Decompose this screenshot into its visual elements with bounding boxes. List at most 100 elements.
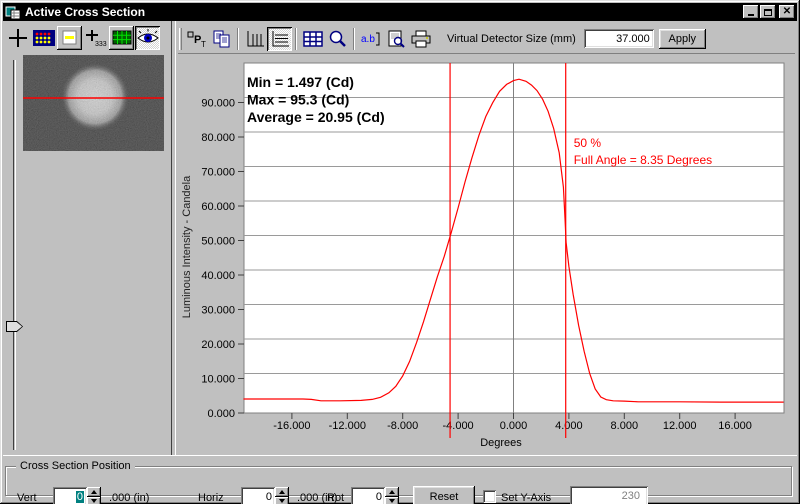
detector-size-input[interactable]	[583, 29, 654, 48]
horiz-spin-down[interactable]	[275, 496, 289, 504]
apply-button[interactable]: Apply	[658, 28, 706, 49]
y-axis-title: Luminous Intensity - Candela	[181, 175, 193, 318]
x-tick-label: -16.000	[273, 420, 310, 432]
x-axis-title: Degrees	[480, 437, 522, 449]
maximize-icon	[764, 8, 772, 16]
vert-spin-down[interactable]	[87, 496, 101, 504]
up-arrow-icon	[389, 489, 395, 494]
chart-panel: P T a.b Virtual Detector Size (mm) 37.00…	[176, 21, 797, 455]
toolbar-separator	[237, 27, 239, 50]
toolbar-grip[interactable]	[179, 27, 182, 50]
rot-spinner: 0	[351, 487, 399, 504]
x-tick-label: -4.000	[442, 420, 473, 432]
y-tick-label: 90.000	[201, 98, 235, 110]
group-title: Cross Section Position	[16, 460, 135, 472]
titlebar[interactable]: Active Cross Section ✕	[3, 3, 797, 21]
horiz-label: Horiz	[198, 492, 224, 504]
vertical-profile-icon	[247, 30, 264, 46]
live-view-button[interactable]	[135, 26, 160, 50]
vert-spin-up[interactable]	[87, 487, 101, 497]
minimize-icon	[748, 14, 754, 16]
cross-section-chart[interactable]: 0.000 10.000 20.000 30.000 40.000 50.000 60.00…	[176, 57, 794, 453]
rot-label: Rot	[327, 492, 345, 504]
y-tick-label: 70.000	[201, 167, 235, 179]
left-panel: 333	[3, 21, 171, 455]
grid-display-icon	[112, 30, 131, 45]
annotate-icon: a.b	[361, 32, 379, 45]
horizontal-profile-button[interactable]	[267, 26, 292, 51]
grid-display-button[interactable]	[109, 26, 134, 50]
up-arrow-icon	[91, 489, 97, 494]
main-area: 333 P T a.b Virtual Detector Size (mm) 3…	[3, 21, 797, 455]
close-button[interactable]: ✕	[779, 5, 795, 19]
vert-spinner: 0	[53, 487, 101, 504]
up-arrow-icon	[279, 489, 285, 494]
app-icon	[5, 6, 21, 19]
horiz-spin-up[interactable]	[275, 487, 289, 497]
x-tick-label: 12.000	[663, 420, 697, 432]
copy-button[interactable]	[209, 27, 234, 51]
y-axis-value-field[interactable]	[570, 486, 648, 504]
rot-spin-down[interactable]	[385, 496, 399, 504]
cross-section-position-bar: Cross Section Position Vert 0 .000 (in) …	[3, 455, 797, 504]
horiz-value: 0	[265, 490, 272, 503]
image-capture-icon	[62, 30, 76, 45]
y-tick-label: 50.000	[201, 236, 235, 248]
vert-label: Vert	[17, 492, 37, 504]
x-tick-label: 16.000	[718, 420, 752, 432]
vertical-slider-track[interactable]	[13, 60, 16, 450]
left-toolbar: 333	[5, 24, 160, 52]
horiz-spinner: 0	[241, 487, 289, 504]
print-preview-icon	[388, 30, 405, 48]
detector-array-icon	[32, 30, 55, 46]
down-arrow-icon	[279, 499, 285, 504]
rot-spin-up[interactable]	[385, 487, 399, 497]
zoom-icon	[329, 30, 346, 47]
table-icon	[302, 30, 323, 47]
x-tick-label: -12.000	[329, 420, 366, 432]
window-title: Active Cross Section	[25, 5, 146, 19]
live-view-eye-icon	[136, 29, 159, 43]
annotate-button[interactable]: a.b	[358, 27, 383, 51]
table-view-button[interactable]	[300, 27, 325, 51]
vertical-slider-thumb[interactable]	[6, 321, 23, 332]
y-tick-label: 20.000	[201, 339, 235, 351]
vert-input[interactable]: 0	[53, 487, 87, 504]
chart-toolbar: P T a.b Virtual Detector Size (mm) 37.00…	[178, 24, 795, 54]
position-readout-button[interactable]: 333	[83, 26, 108, 50]
x-tick-label: 0.000	[500, 420, 528, 432]
svg-text:T: T	[201, 40, 206, 49]
horiz-input[interactable]: 0	[241, 487, 275, 504]
vertical-profile-button[interactable]	[242, 27, 267, 51]
beam-image	[23, 55, 164, 151]
print-preview-button[interactable]	[383, 27, 408, 51]
print-button[interactable]	[408, 27, 433, 51]
detector-array-button[interactable]	[31, 26, 56, 50]
maximize-button[interactable]	[760, 5, 776, 19]
crosshair-tool-button[interactable]	[5, 26, 30, 50]
position-digits-icon: 333	[85, 30, 106, 48]
y-tick-label: 0.000	[207, 408, 235, 420]
rot-input[interactable]: 0	[351, 487, 385, 504]
set-y-axis-label: Set Y-Axis	[501, 492, 552, 504]
y-tick-label: 60.000	[201, 201, 235, 213]
reset-button[interactable]: Reset	[413, 486, 475, 504]
print-icon	[411, 30, 430, 47]
set-y-axis-checkbox[interactable]	[483, 490, 496, 503]
rot-value: 0	[375, 490, 382, 503]
minimize-button[interactable]	[743, 5, 759, 19]
y-tick-label: 30.000	[201, 305, 235, 317]
beam-image-thumbnail[interactable]	[23, 55, 164, 151]
image-capture-button[interactable]	[57, 26, 82, 50]
vertical-slider-thumb-face	[7, 322, 22, 331]
point-table-button[interactable]: P T	[184, 27, 209, 51]
detector-size-label: Virtual Detector Size (mm)	[447, 32, 576, 45]
chart-svg: 0.000 10.000 20.000 30.000 40.000 50.000 60.00…	[181, 62, 785, 449]
zoom-button[interactable]	[325, 27, 350, 51]
svg-text:a.b: a.b	[361, 34, 375, 45]
stats-line: Min = 1.497 (Cd)	[247, 74, 354, 90]
vert-value: 0	[75, 490, 84, 503]
active-cross-section-window: Active Cross Section ✕ 333 P T a.b Virtu…	[0, 0, 800, 504]
stats-line: Average = 20.95 (Cd)	[247, 109, 385, 125]
down-arrow-icon	[389, 499, 395, 504]
